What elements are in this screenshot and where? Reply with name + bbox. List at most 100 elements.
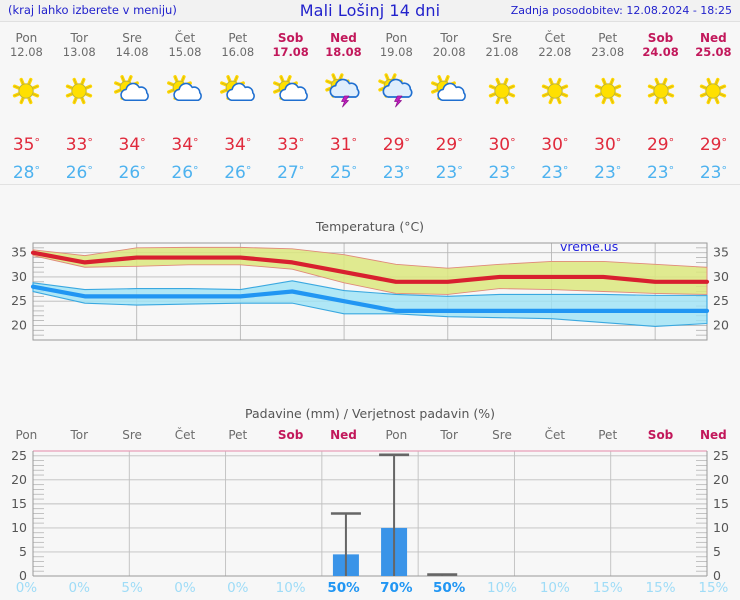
min-temperature-value: 26°: [118, 163, 146, 183]
day-header: Sre 21.08: [476, 31, 529, 59]
sun-storm-icon: [370, 72, 423, 110]
day-name: Pon: [15, 31, 38, 45]
day-header: Sre 14.08: [106, 31, 159, 59]
precip-probability-value: 0%: [174, 580, 196, 596]
precip-day-label: Sob: [277, 428, 304, 442]
temperature-chart: 20 20 25 25 30 30 35 35: [0, 200, 740, 395]
precip-day-label: Pet: [228, 428, 248, 442]
max-temperature-value: 33°: [277, 135, 305, 155]
temp-y-tick-label: 20: [11, 317, 27, 332]
sun-cloud-icon: [264, 72, 317, 110]
day-header: Pet 23.08: [581, 31, 634, 59]
day-headers-row: Pon 12.08 Tor 13.08 Sre 14.08 Čet 15.08 Pet 16.08…: [0, 31, 740, 59]
max-temperature-value: 29°: [382, 135, 410, 155]
min-temperature-value: 25°: [329, 163, 358, 183]
sun-icon: [581, 72, 634, 110]
precip-probability-value: 50%: [433, 580, 466, 596]
day-header: Tor 13.08: [53, 31, 106, 59]
day-header: Pon 12.08: [0, 31, 53, 59]
min-temperature-value: 23°: [699, 163, 727, 183]
min-temperature-value: 26°: [65, 163, 93, 183]
precip-y-tick-label: 5: [19, 544, 27, 559]
forecast-strip: Pon 12.08 Tor 13.08 Sre 14.08 Čet 15.08 Pet 16.08…: [0, 23, 740, 185]
precip-probability-value: 15%: [645, 580, 676, 596]
page-header: (kraj lahko izberete v meniju) Mali Loši…: [0, 0, 740, 22]
precipitation-chart: Pon Tor Sre Čet Pet Sob Ned Pon Tor Sre Čet Pet Sob N…: [0, 400, 740, 600]
precip-probability-value: 0%: [68, 580, 90, 596]
precip-day-label: Pon: [385, 428, 408, 442]
temp-y-tick-label: 25: [11, 293, 27, 308]
last-update-label: Zadnja posodobitev: 12.08.2024 - 18:25: [510, 4, 732, 17]
day-date: 16.08: [221, 45, 255, 59]
max-temperature-row: 35° 33° 34° 34° 34° 33° 31° 29° 29° 30° 30° 30° 29° 2…: [0, 135, 740, 155]
day-header: Ned 18.08: [317, 31, 370, 59]
precip-day-label: Ned: [700, 428, 727, 442]
day-name: Čet: [174, 31, 196, 45]
max-temperature-value: 29°: [646, 135, 675, 155]
day-date: 12.08: [9, 45, 43, 59]
precip-y-tick-label: 25: [713, 448, 729, 463]
min-temperature-value: 26°: [171, 163, 199, 183]
sun-icon: [634, 72, 687, 110]
sun-icon: [0, 72, 53, 110]
precip-y-tick-label: 10: [11, 520, 27, 535]
day-date: 22.08: [538, 45, 572, 59]
precip-probability-value: 10%: [275, 580, 306, 596]
temp-y-tick-label: 35: [713, 245, 729, 260]
min-temperature-value: 23°: [541, 163, 569, 183]
day-name: Pon: [385, 31, 408, 45]
precip-probability-value: 0%: [227, 580, 249, 596]
precip-day-label: Čet: [544, 428, 566, 442]
day-name: Tor: [70, 31, 89, 45]
min-temperature-row: 28° 26° 26° 26° 26° 27° 25° 23° 23° 23° 23° 23° 23° 2…: [0, 163, 740, 183]
precip-plot-background: [33, 451, 707, 576]
precip-probability-value: 50%: [327, 580, 360, 596]
day-date: 18.08: [325, 45, 362, 59]
precip-day-label: Čet: [174, 428, 196, 442]
day-header: Pet 16.08: [211, 31, 264, 59]
max-temperature-value: 30°: [594, 135, 622, 155]
day-date: 25.08: [695, 45, 732, 59]
max-temperature-value: 31°: [329, 135, 358, 155]
day-date: 20.08: [432, 45, 466, 59]
min-temperature-value: 23°: [646, 163, 675, 183]
precip-y-tick-label: 20: [11, 472, 27, 487]
min-temperature-value: 27°: [277, 163, 305, 183]
day-header: Pon 19.08: [370, 31, 423, 59]
precip-day-label: Tor: [70, 428, 89, 442]
weather-icons-row: [0, 72, 740, 110]
sun-icon: [528, 72, 581, 110]
temp-y-tick-label: 20: [713, 317, 729, 332]
min-temperature-value: 23°: [382, 163, 410, 183]
precip-probability-value: 15%: [698, 580, 729, 596]
day-header: Tor 20.08: [423, 31, 476, 59]
day-header: Sob 24.08: [634, 31, 687, 59]
day-date: 23.08: [591, 45, 625, 59]
precip-y-tick-label: 5: [713, 544, 721, 559]
precip-probability-value: 70%: [380, 580, 413, 596]
min-temperature-value: 23°: [488, 163, 516, 183]
day-date: 24.08: [642, 45, 679, 59]
day-name: Sob: [277, 31, 304, 45]
day-date: 19.08: [379, 45, 413, 59]
precip-y-tick-label: 10: [713, 520, 729, 535]
sun-cloud-icon: [211, 72, 264, 110]
precip-probability-value: 10%: [487, 580, 518, 596]
precip-probability-row: 0% 0% 5% 0% 0% 10% 50% 70% 50% 10% 10% 15% 15% 15%: [0, 580, 740, 596]
day-name: Ned: [330, 31, 357, 45]
day-date: 14.08: [115, 45, 149, 59]
precip-y-tick-label: 20: [713, 472, 729, 487]
day-name: Sob: [647, 31, 674, 45]
day-date: 15.08: [168, 45, 202, 59]
precip-day-headers-row: Pon Tor Sre Čet Pet Sob Ned Pon Tor Sre Čet Pet Sob N…: [0, 428, 740, 442]
sun-cloud-icon: [159, 72, 212, 110]
sun-storm-icon: [317, 72, 370, 110]
precip-day-label: Tor: [440, 428, 458, 442]
precip-day-label: Pon: [15, 428, 38, 442]
day-date: 13.08: [62, 45, 96, 59]
precip-probability-value: 10%: [539, 580, 570, 596]
min-temperature-value: 23°: [594, 163, 622, 183]
max-temperature-value: 29°: [699, 135, 727, 155]
precip-day-label: Ned: [330, 428, 357, 442]
precip-day-label: Sob: [647, 428, 674, 442]
